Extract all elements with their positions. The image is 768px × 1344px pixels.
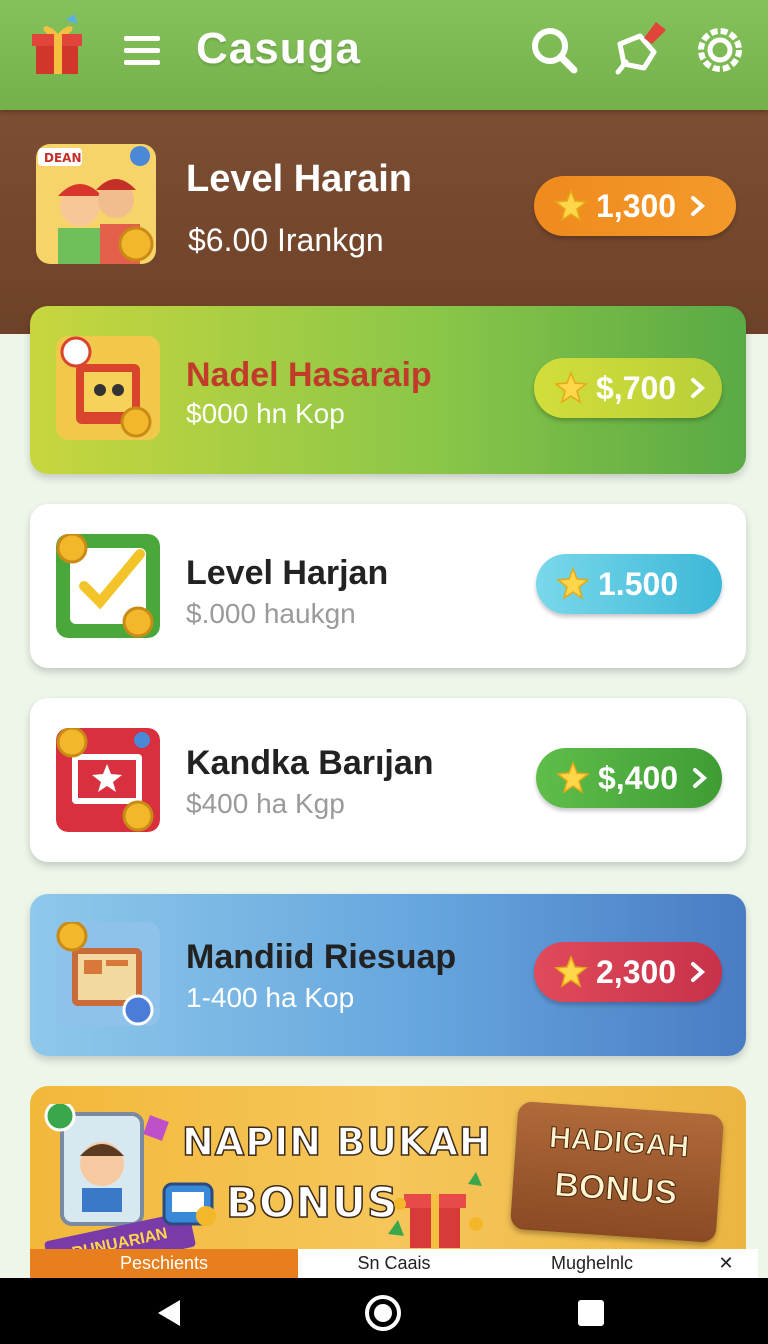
app-icon-badge [56,336,160,440]
list-item[interactable]: Mandiid Riesuap 1-400 ha Kop 2,300 [30,894,746,1056]
price-button[interactable]: 2,300 [534,942,722,1002]
item-name: Level Harain [186,158,412,200]
system-nav-bar [0,1278,768,1344]
menu-icon[interactable] [122,30,164,72]
star-icon [556,761,590,794]
price-button[interactable]: 1,300 [534,176,736,236]
banner-headline-bonus: BONUS [225,1177,399,1228]
item-name: Level Harjan [186,554,389,592]
star-icon [554,955,588,988]
list-item[interactable]: Nadel Hasaraip $000 hn Kop $,700 [30,306,746,474]
search-icon[interactable] [528,24,580,76]
list-item[interactable]: DEAN Level Harain $6.00 Irankgn 1,300 [0,110,768,304]
price-value: 1,300 [596,187,677,224]
item-subtitle: $000 hn Kop [186,398,345,429]
item-subtitle: $400 ha Kgp [186,788,345,819]
price-button[interactable]: $,700 [534,358,722,418]
chevron-right-icon [691,962,706,982]
tab-sn-caais[interactable]: Sn Caais [298,1249,490,1278]
chevron-right-icon [693,768,708,788]
bottom-tab-bar: Peschients Sn Caais Mughelnlc ✕ [30,1249,758,1278]
price-button[interactable]: $,400 [536,748,722,808]
svg-text:DEAN: DEAN [44,151,82,165]
sign-line-1: HADIGAH [548,1121,691,1165]
item-name: Kandka Barıjan [186,744,434,782]
price-button[interactable]: 1.500 [536,554,722,614]
price-value: $,700 [596,369,677,406]
gift-icon[interactable] [26,14,92,80]
price-value: $,400 [598,759,679,796]
item-name: Mandiid Riesuap [186,938,457,976]
app-bar: Casuga [0,0,768,110]
price-value: 2,300 [596,953,677,990]
tab-close[interactable]: ✕ [694,1249,758,1278]
item-subtitle: 1-400 ha Kop [186,982,355,1013]
pin-icon[interactable] [610,18,670,78]
tab-peschients[interactable]: Peschients [30,1249,298,1278]
chevron-right-icon [691,196,706,216]
tv-star-app-icon [56,728,160,832]
star-icon [554,189,588,222]
list-item[interactable]: Kandka Barıjan $400 ha Kgp $,400 [30,698,746,862]
star-icon [554,371,588,404]
back-icon[interactable] [152,1296,186,1330]
star-icon [556,567,590,600]
briefcase-app-icon [56,922,160,1026]
price-value: 1.500 [598,565,679,602]
banner-headline: NAPIN BUKAH [181,1119,492,1165]
item-name: Nadel Hasaraip [186,356,432,394]
checkmark-app-icon [56,534,160,638]
characters-thumbnail-icon: DEAN [36,144,156,264]
tab-mughelnlc[interactable]: Mughelnlc [490,1249,694,1278]
recents-icon[interactable] [574,1296,608,1330]
list-item[interactable]: Level Harjan $.000 haukgn 1.500 [30,504,746,668]
home-icon[interactable] [364,1294,402,1332]
app-title: Casuga [196,24,361,73]
toy-icon [162,1182,216,1226]
item-subtitle: $6.00 Irankgn [188,222,384,258]
chevron-right-icon [691,378,706,398]
sign-line-2: BONUS [553,1165,679,1213]
item-subtitle: $.000 haukgn [186,598,356,629]
wooden-sign: HADIGAH BONUS [509,1100,725,1244]
gear-icon[interactable] [694,24,746,76]
